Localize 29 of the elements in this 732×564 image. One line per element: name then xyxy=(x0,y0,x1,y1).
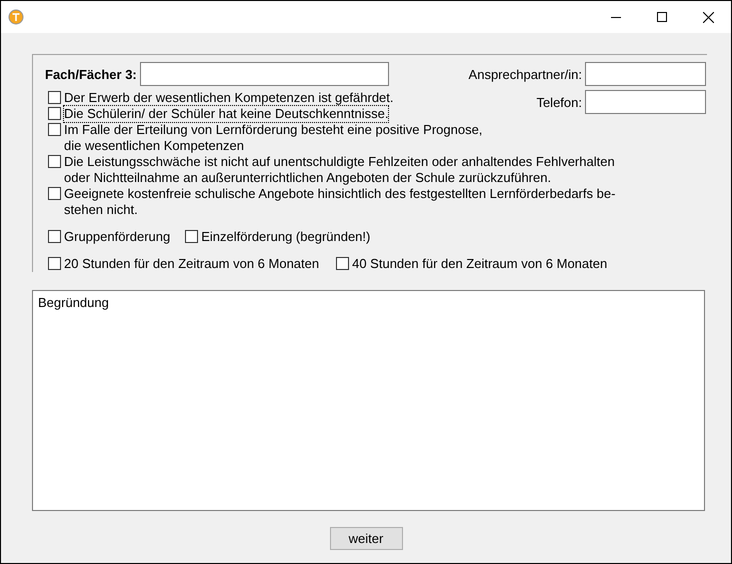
checkbox-label: Einzelförderung (begründen!) xyxy=(201,229,370,246)
checkbox-label: Gruppenförderung xyxy=(64,229,170,246)
contact-field[interactable] xyxy=(585,62,706,86)
checkbox-label: Die Leistungsschwäche ist nicht auf unentschuldigte Fehlzeiten oder anhaltendes Fehlverhalten oder Nichtteilnahme an außerunterrichtlichen Angeboten der Schule zurückzuführen. xyxy=(64,154,615,186)
close-icon xyxy=(702,12,714,22)
next-button[interactable]: weiter xyxy=(330,527,402,550)
checkbox[interactable] xyxy=(48,91,61,104)
checkbox[interactable] xyxy=(48,107,61,120)
checkbox[interactable] xyxy=(48,230,61,244)
phone-label: Telefon: xyxy=(536,94,582,110)
maximize-icon xyxy=(657,12,667,22)
checkbox-label: Die Schülerin/ der Schüler hat keine Deutschkenntnisse. xyxy=(64,106,388,122)
checkbox-label: Geeignete kostenfreie schulische Angebote hinsichtlich des festgestellten Lernförderbedarfs be- stehen nicht. xyxy=(64,186,616,218)
phone-field[interactable] xyxy=(585,90,706,114)
app-icon xyxy=(8,9,24,25)
subject-label: Fach/Fächer 3: xyxy=(45,66,137,82)
checkbox[interactable] xyxy=(48,257,61,270)
checkbox-label: 20 Stunden für den Zeitraum von 6 Monaten xyxy=(64,256,320,272)
subject-field[interactable] xyxy=(140,62,389,86)
reason-textarea[interactable]: Begründung xyxy=(32,290,705,511)
checkbox-label: 40 Stunden für den Zeitraum von 6 Monaten xyxy=(352,256,608,272)
checkbox[interactable] xyxy=(48,155,61,168)
checkbox[interactable] xyxy=(185,230,198,244)
checkbox[interactable] xyxy=(336,257,350,270)
checkbox[interactable] xyxy=(48,123,61,136)
contact-label: Ansprechpartner/in: xyxy=(468,66,582,82)
checkbox-label: Im Falle der Erteilung von Lernförderung besteht eine positive Prognose, die wesentlichen Kompetenzen xyxy=(64,122,482,154)
checkbox-label: Der Erwerb der wesentlichen Kompetenzen ist gefährdet. xyxy=(64,90,394,106)
checkbox[interactable] xyxy=(48,187,61,200)
